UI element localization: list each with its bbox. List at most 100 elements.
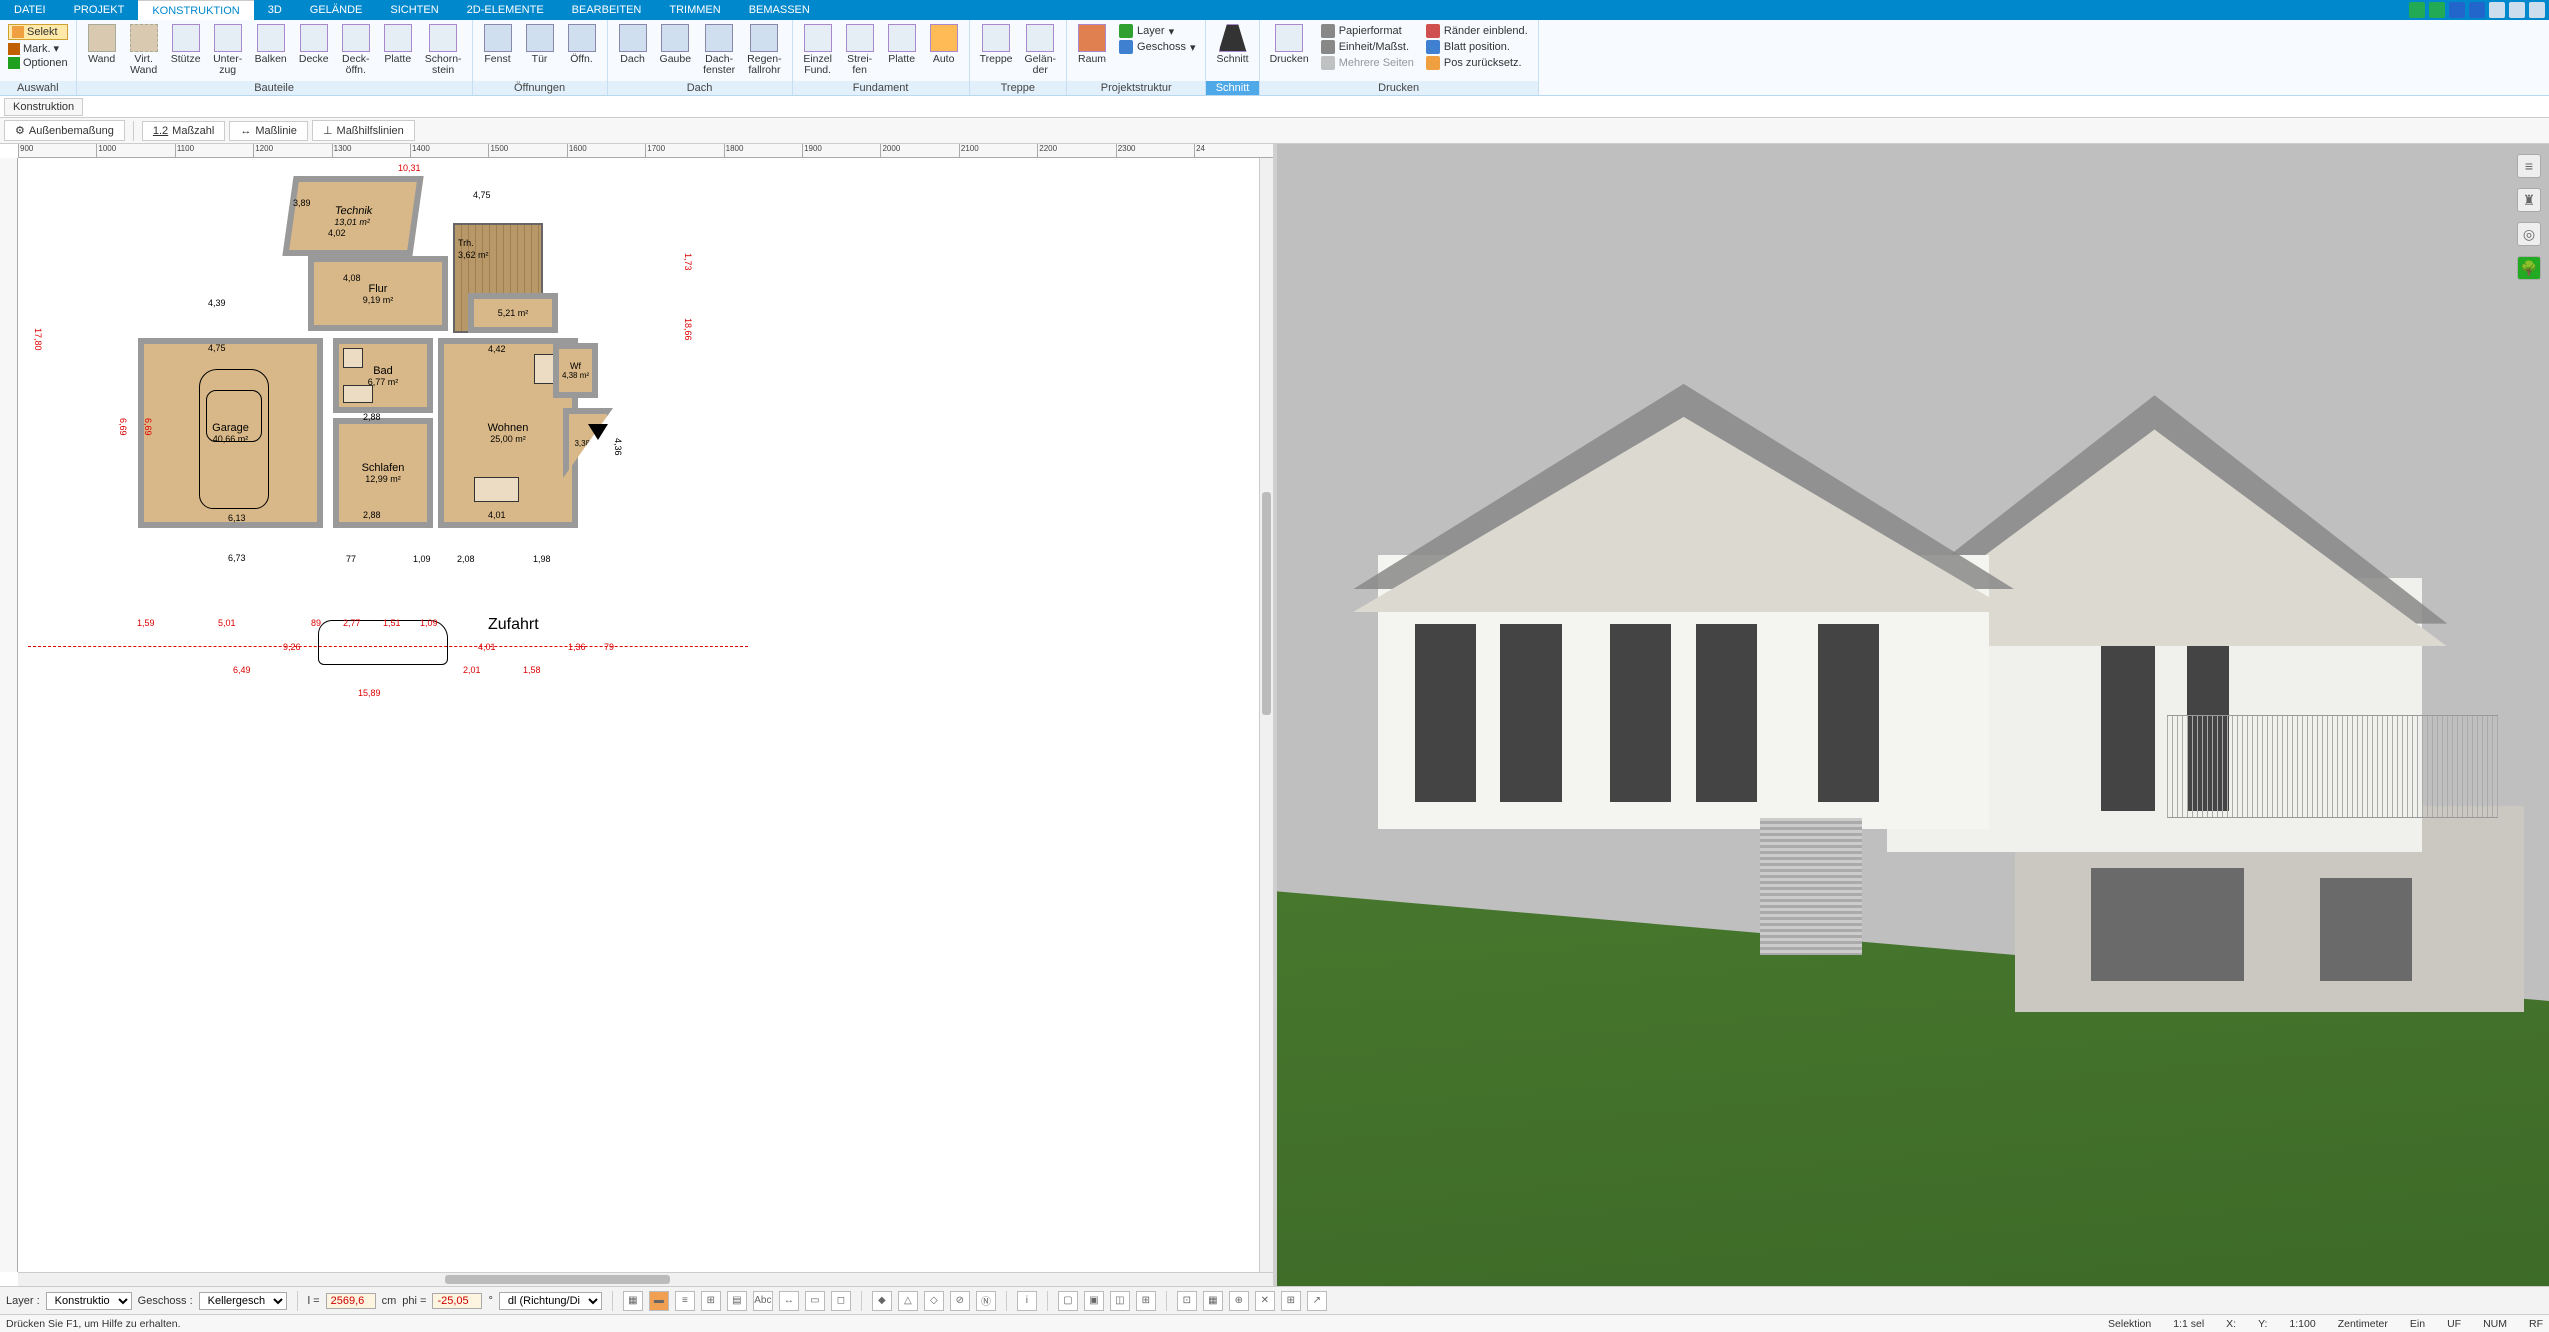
snap-btn-2[interactable]: ▬ [649,1291,669,1311]
osnap-n-btn[interactable]: Ⓝ [976,1291,996,1311]
close-icon[interactable] [2529,2,2545,18]
room-bad[interactable]: Bad 6,77 m² [333,338,433,413]
fenster-button[interactable]: Fenst [477,22,519,67]
view-btn-4[interactable]: ⊞ [1136,1291,1156,1311]
layer-dropdown[interactable]: Layer▾ [1119,24,1195,38]
snap-btn-3[interactable]: ≡ [675,1291,695,1311]
streifen-button[interactable]: Strei- fen [839,22,881,78]
room-terrasse[interactable]: 3,38 m² [563,408,613,478]
room-wf[interactable]: Wf 4,38 m² [553,343,598,398]
snap-btn-7[interactable]: ▭ [805,1291,825,1311]
view-btn-2[interactable]: ▣ [1084,1291,1104,1311]
einzelfund-button[interactable]: Einzel Fund. [797,22,839,78]
snap-btn-6[interactable]: ↔ [779,1291,799,1311]
regenfallrohr-button[interactable]: Regen- fallrohr [741,22,787,78]
tab-projekt[interactable]: PROJEKT [60,0,139,20]
view-tab-konstruktion[interactable]: Konstruktion [4,98,83,116]
einheit-button[interactable]: Einheit/Maßst. [1321,40,1414,54]
snap-btn-5[interactable]: ▤ [727,1291,747,1311]
dachfenster-button[interactable]: Dach- fenster [697,22,741,78]
room-schlafen[interactable]: Schlafen 12,99 m² [333,418,433,528]
scrollbar-thumb[interactable] [1262,492,1271,715]
raum-button[interactable]: Raum [1071,22,1113,67]
masslinie-button[interactable]: ↔Maßlinie [229,121,308,141]
misc-btn-2[interactable]: ▦ [1203,1291,1223,1311]
richtung-select[interactable]: dl (Richtung/Di [499,1292,602,1310]
tab-datei[interactable]: DATEI [0,0,60,20]
drucken-button[interactable]: Drucken [1264,22,1315,67]
snap-text-btn[interactable]: Abc [753,1291,773,1311]
snap-btn-4[interactable]: ⊞ [701,1291,721,1311]
snap-btn-1[interactable]: ▦ [623,1291,643,1311]
maximize-icon[interactable] [2509,2,2525,18]
balken-button[interactable]: Balken [249,22,293,67]
help-icon[interactable] [2469,2,2485,18]
fund-auto-button[interactable]: Auto [923,22,965,67]
gelaender-button[interactable]: Gelän- der [1019,22,1063,78]
wand-button[interactable]: Wand [81,22,123,67]
unterzug-button[interactable]: Unter- zug [207,22,249,78]
misc-btn-6[interactable]: ↗ [1307,1291,1327,1311]
info-btn[interactable]: i [1017,1291,1037,1311]
mark-button[interactable]: Mark.▾ [8,42,68,55]
phi-input[interactable] [432,1293,482,1309]
osnap-btn-1[interactable]: ◆ [872,1291,892,1311]
optionen-button[interactable]: Optionen [8,57,68,69]
virt-wand-button[interactable]: Virt. Wand [123,22,165,78]
layer-select[interactable]: Konstruktio [46,1292,132,1310]
tool-icon-3[interactable] [2449,2,2465,18]
platte-button[interactable]: Platte [377,22,419,67]
osnap-btn-2[interactable]: △ [898,1291,918,1311]
tab-3d[interactable]: 3D [254,0,296,20]
blatt-button[interactable]: Blatt position. [1426,40,1528,54]
mehrere-button[interactable]: Mehrere Seiten [1321,56,1414,70]
tab-bearbeiten[interactable]: BEARBEITEN [558,0,656,20]
osnap-btn-3[interactable]: ◇ [924,1291,944,1311]
fund-platte-button[interactable]: Platte [881,22,923,67]
minimize-icon[interactable] [2489,2,2505,18]
tab-gelaende[interactable]: GELÄNDE [296,0,377,20]
tree-icon[interactable]: 🌳 [2517,256,2541,280]
furniture-icon[interactable]: ♜ [2517,188,2541,212]
dach-button[interactable]: Dach [612,22,654,67]
tab-sichten[interactable]: SICHTEN [376,0,452,20]
room-balkon[interactable]: 5,21 m² [468,293,558,333]
masshilfslinien-button[interactable]: ⊥Maßhilfslinien [312,120,415,141]
room-garage[interactable]: Garage 40,66 m² [138,338,323,528]
room-flur[interactable]: Flur 9,19 m² [308,256,448,331]
selekt-button[interactable]: Selekt [8,24,68,40]
masszahl-button[interactable]: 1.2Maßzahl [142,121,225,141]
stuetze-button[interactable]: Stütze [165,22,207,67]
scrollbar-vertical[interactable] [1259,158,1273,1272]
misc-btn-3[interactable]: ⊕ [1229,1291,1249,1311]
pane-3d[interactable]: ≡ ♜ ◎ 🌳 [1277,144,2549,1286]
pos-button[interactable]: Pos zurücksetz. [1426,56,1528,70]
raender-button[interactable]: Ränder einblend. [1426,24,1528,38]
geschoss-dropdown[interactable]: Geschoss▾ [1119,40,1195,54]
tuer-button[interactable]: Tür [519,22,561,67]
schnitt-button[interactable]: Schnitt [1210,22,1254,67]
aussenbemassung-button[interactable]: ⚙Außenbemaßung [4,120,125,141]
l-input[interactable] [326,1293,376,1309]
tab-2d-elemente[interactable]: 2D-ELEMENTE [453,0,558,20]
decke-button[interactable]: Decke [293,22,335,67]
floorplan-canvas[interactable]: 17,80 18,66 1,73 Garage 40,66 m² Technik… [18,158,1273,1272]
room-technik[interactable]: Technik 13,01 m² [282,176,423,256]
tab-konstruktion[interactable]: KONSTRUKTION [138,0,253,20]
osnap-btn-4[interactable]: ⊘ [950,1291,970,1311]
tab-bemassen[interactable]: BEMASSEN [735,0,824,20]
pane-2d[interactable]: 9001000110012001300140015001600170018001… [0,144,1277,1286]
scrollbar-horizontal[interactable] [18,1272,1273,1286]
deckoeffn-button[interactable]: Deck- öffn. [335,22,377,78]
tool-icon-2[interactable] [2429,2,2445,18]
view-btn-1[interactable]: ▢ [1058,1291,1078,1311]
geschoss-select[interactable]: Kellergesch [199,1292,287,1310]
target-icon[interactable]: ◎ [2517,222,2541,246]
misc-btn-1[interactable]: ⊡ [1177,1291,1197,1311]
misc-btn-5[interactable]: ⊞ [1281,1291,1301,1311]
tab-trimmen[interactable]: TRIMMEN [655,0,734,20]
snap-btn-8[interactable]: ◻ [831,1291,851,1311]
papierformat-button[interactable]: Papierformat [1321,24,1414,38]
oeffn-button[interactable]: Öffn. [561,22,603,67]
layers-icon[interactable]: ≡ [2517,154,2541,178]
